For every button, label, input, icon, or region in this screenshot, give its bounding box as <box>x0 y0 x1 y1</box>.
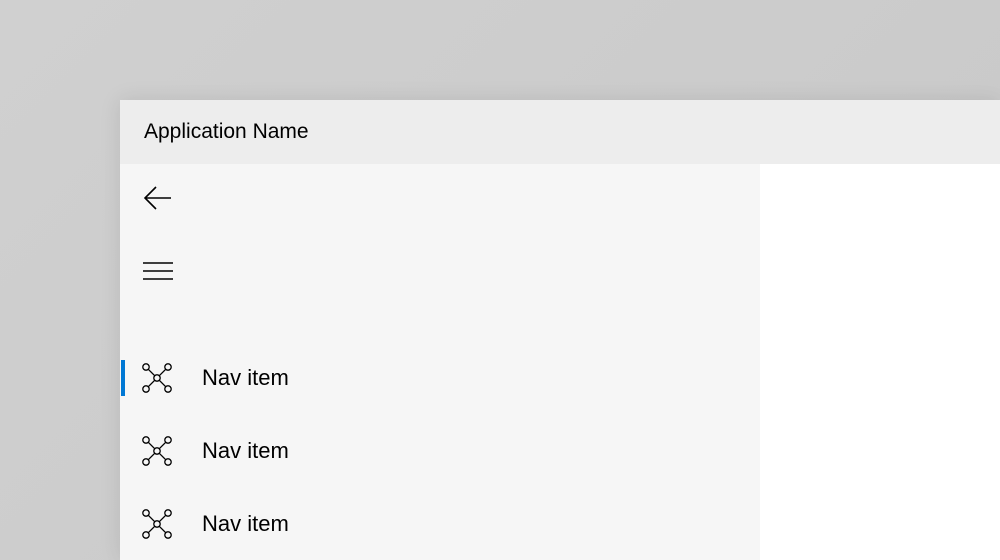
back-row <box>120 164 760 237</box>
nav-item-icon <box>140 507 174 541</box>
nav-item-label: Nav item <box>202 365 289 391</box>
window-body: Nav item Nav item <box>120 164 1000 560</box>
navigation-pane: Nav item Nav item <box>120 164 760 560</box>
back-button[interactable] <box>138 180 178 220</box>
nav-item-2[interactable]: Nav item <box>120 487 760 560</box>
nav-item-label: Nav item <box>202 511 289 537</box>
content-pane <box>760 164 1000 560</box>
app-title: Application Name <box>144 120 309 144</box>
nav-item-icon <box>140 434 174 468</box>
hamburger-row <box>120 237 760 310</box>
nav-item-0[interactable]: Nav item <box>120 342 760 415</box>
nav-item-1[interactable]: Nav item <box>120 414 760 487</box>
hamburger-button[interactable] <box>138 253 178 293</box>
app-window: Application Name <box>120 100 1000 560</box>
nav-item-label: Nav item <box>202 438 289 464</box>
title-bar: Application Name <box>120 100 1000 164</box>
back-arrow-icon <box>143 185 173 216</box>
nav-item-icon <box>140 361 174 395</box>
nav-spacer <box>120 310 760 342</box>
hamburger-icon <box>143 261 173 286</box>
